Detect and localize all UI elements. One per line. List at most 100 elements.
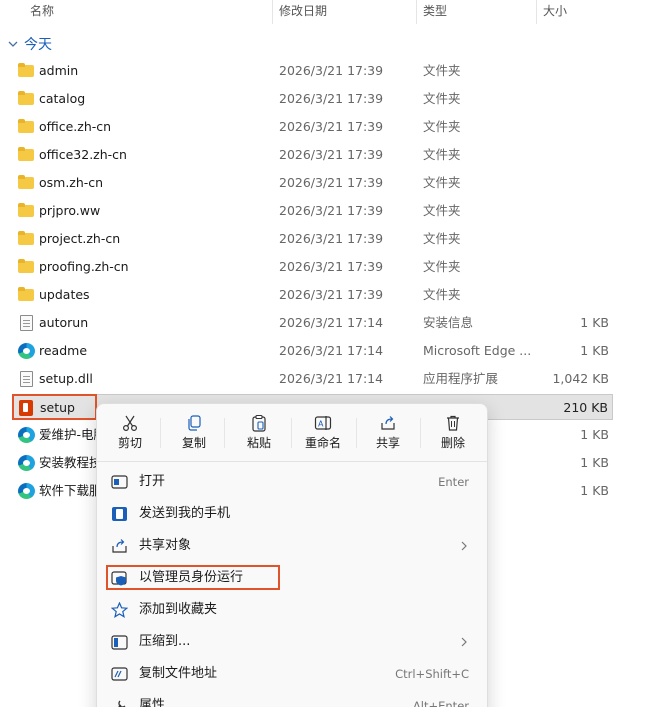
file-row-updates[interactable]: updates 2026/3/21 17:39 文件夹 <box>12 282 613 308</box>
menu-item-shortcut: Enter <box>438 475 469 489</box>
file-type: 文件夹 <box>423 119 461 134</box>
toolbar-divider <box>356 418 357 448</box>
column-header: 名称 ⌃ 修改日期 类型 大小 <box>0 0 666 24</box>
menu-item-open[interactable]: 打开 Enter <box>101 466 483 498</box>
file-name: catalog <box>39 91 86 106</box>
sort-caret-icon: ⌃ <box>145 0 153 4</box>
file-date: 2026/3/21 17:39 <box>279 203 384 218</box>
share-icon <box>112 539 127 553</box>
menu-item-label: 添加到收藏夹 <box>139 602 218 617</box>
file-size: 1 KB <box>580 455 609 470</box>
menu-item-label: 共享对象 <box>139 538 192 553</box>
phone-icon <box>112 507 127 521</box>
menu-item-label: 压缩到... <box>139 634 191 649</box>
toolbar-divider <box>291 418 292 448</box>
column-size[interactable]: 大小 <box>536 0 616 24</box>
cut-button[interactable]: 剪切 <box>101 408 159 458</box>
file-row-office32-zh-cn[interactable]: office32.zh-cn 2026/3/21 17:39 文件夹 <box>12 142 613 168</box>
copy-button[interactable]: 复制 <box>165 408 223 458</box>
file-row-proofing-zh-cn[interactable]: proofing.zh-cn 2026/3/21 17:39 文件夹 <box>12 254 613 280</box>
menu-item-shortcut: Alt+Enter <box>412 699 469 707</box>
file-name: readme <box>39 343 88 358</box>
context-menu: 剪切 复制 粘贴 A 重命名 共享 删除 打开 Enter 发送到我的手机 共享… <box>96 403 488 707</box>
rename-button[interactable]: A 重命名 <box>294 408 352 458</box>
file-type: 文件夹 <box>423 175 461 190</box>
file-date: 2026/3/21 17:39 <box>279 91 384 106</box>
menu-item-label: 打开 <box>139 474 166 489</box>
menu-item-send-to-phone[interactable]: 发送到我的手机 <box>101 498 483 530</box>
group-label: 今天 <box>24 37 52 53</box>
copy-path-icon <box>111 667 128 681</box>
file-name: 安装教程技 <box>39 455 102 470</box>
chevron-right-icon <box>461 637 467 647</box>
file-date: 2026/3/21 17:14 <box>279 315 384 330</box>
file-date: 2026/3/21 17:39 <box>279 63 384 78</box>
chevron-down-icon <box>8 41 18 47</box>
menu-item-shortcut: Ctrl+Shift+C <box>395 667 469 681</box>
paste-icon <box>252 414 266 432</box>
file-date: 2026/3/21 17:39 <box>279 175 384 190</box>
file-name: office32.zh-cn <box>39 147 127 162</box>
file-name: updates <box>39 287 90 302</box>
delete-button[interactable]: 删除 <box>424 408 482 458</box>
menu-item-label: 属性 <box>139 698 166 707</box>
menu-item-add-to-favorites[interactable]: 添加到收藏夹 <box>101 594 483 626</box>
folder-icon <box>18 259 35 275</box>
file-size: 1 KB <box>580 427 609 442</box>
file-size: 1,042 KB <box>552 371 609 386</box>
file-size: 1 KB <box>580 483 609 498</box>
file-name: setup.dll <box>39 371 93 386</box>
file-row-project-zh-cn[interactable]: project.zh-cn 2026/3/21 17:39 文件夹 <box>12 226 613 252</box>
folder-icon <box>18 231 35 247</box>
column-type[interactable]: 类型 <box>416 0 536 24</box>
file-date: 2026/3/21 17:39 <box>279 259 384 274</box>
paste-button[interactable]: 粘贴 <box>230 408 288 458</box>
star-icon <box>111 602 128 618</box>
file-row-office-zh-cn[interactable]: office.zh-cn 2026/3/21 17:39 文件夹 <box>12 114 613 140</box>
file-name: office.zh-cn <box>39 119 112 134</box>
toolbar-divider <box>224 418 225 448</box>
share-button[interactable]: 共享 <box>359 408 417 458</box>
file-row-setup-dll[interactable]: setup.dll 2026/3/21 17:14 应用程序扩展 1,042 K… <box>12 366 613 392</box>
edge-shortcut-icon <box>18 427 35 443</box>
file-name: admin <box>39 63 79 78</box>
properties-icon <box>118 700 126 707</box>
menu-item-share-with[interactable]: 共享对象 <box>101 530 483 562</box>
folder-icon <box>18 203 35 219</box>
rename-label: 重命名 <box>304 436 341 450</box>
menu-item-compress-to[interactable]: 压缩到... <box>101 626 483 658</box>
file-row-osm-zh-cn[interactable]: osm.zh-cn 2026/3/21 17:39 文件夹 <box>12 170 613 196</box>
file-date: 2026/3/21 17:39 <box>279 287 384 302</box>
file-type: 文件夹 <box>423 231 461 246</box>
file-size: 1 KB <box>580 343 609 358</box>
file-row-catalog[interactable]: catalog 2026/3/21 17:39 文件夹 <box>12 86 613 112</box>
toolbar-divider <box>160 418 161 448</box>
file-row-autorun[interactable]: autorun 2026/3/21 17:14 安装信息 1 KB <box>12 310 613 336</box>
group-header-today[interactable]: 今天 <box>6 32 52 56</box>
trash-icon <box>447 415 459 431</box>
file-date: 2026/3/21 17:39 <box>279 231 384 246</box>
edge-shortcut-icon <box>18 483 35 499</box>
config-file-icon <box>20 315 33 331</box>
dll-file-icon <box>20 371 33 387</box>
share-label: 共享 <box>375 436 400 450</box>
file-type: 文件夹 <box>423 147 461 162</box>
chevron-right-icon <box>461 541 467 551</box>
delete-label: 删除 <box>440 436 465 450</box>
file-row-readme[interactable]: readme 2026/3/21 17:14 Microsoft Edge ..… <box>12 338 613 364</box>
file-row-prjpro-ww[interactable]: prjpro.ww 2026/3/21 17:39 文件夹 <box>12 198 613 224</box>
file-row-admin[interactable]: admin 2026/3/21 17:39 文件夹 <box>12 58 613 84</box>
menu-item-properties[interactable]: 属性 Alt+Enter <box>101 690 483 707</box>
folder-icon <box>18 147 35 163</box>
file-size: 1 KB <box>580 315 609 330</box>
column-date[interactable]: 修改日期 <box>272 0 416 24</box>
file-name: proofing.zh-cn <box>39 259 129 274</box>
run-as-admin-highlight-box <box>106 565 280 590</box>
file-name: project.zh-cn <box>39 231 121 246</box>
folder-icon <box>18 91 35 107</box>
cut-label: 剪切 <box>117 436 142 450</box>
copy-label: 复制 <box>181 436 206 450</box>
zip-icon <box>111 635 128 650</box>
share-icon <box>381 416 395 430</box>
menu-item-copy-as-path[interactable]: 复制文件地址 Ctrl+Shift+C <box>101 658 483 690</box>
